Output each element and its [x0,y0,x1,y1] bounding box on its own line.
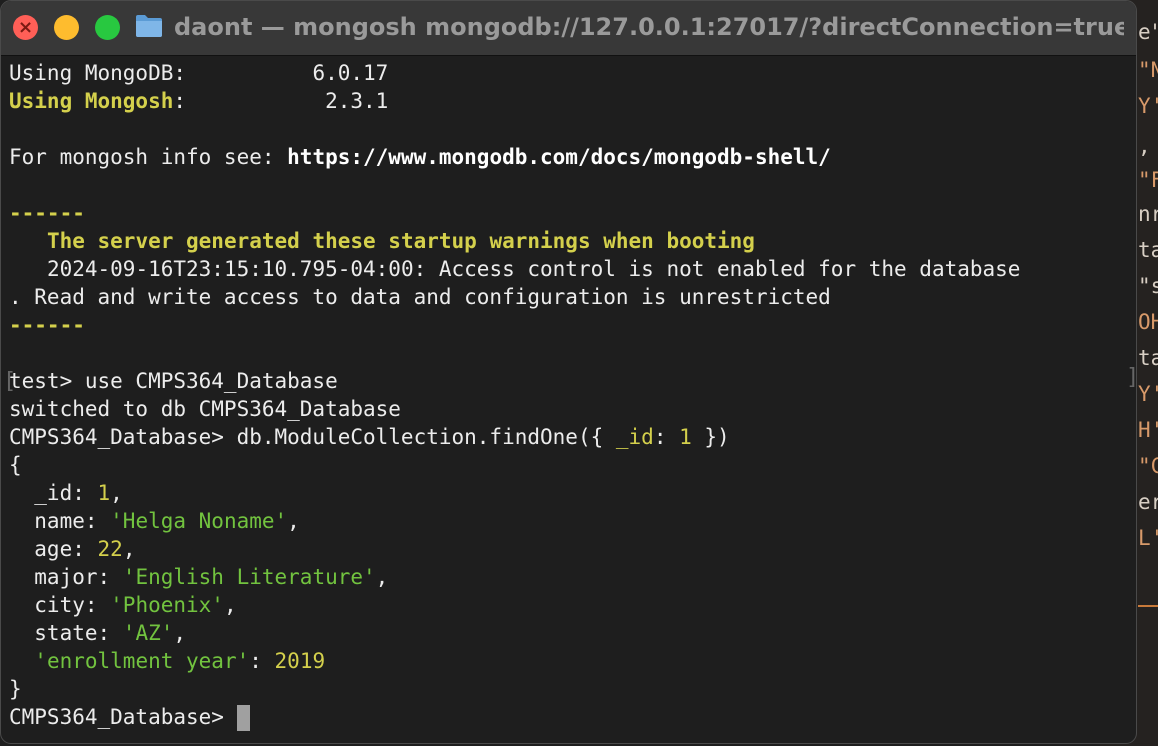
using-mongosh-colon: : [173,89,187,113]
info-line: For mongosh info see: https://www.mongod… [9,143,1134,171]
switched-db-line: switched to db CMPS364_Database [9,397,401,421]
close-button[interactable]: × [13,15,38,40]
background-text-line: OH [1138,310,1158,334]
doc-field-id: _id: 1, [9,481,123,505]
warning-text-1: 2024-09-16T23:15:10.795-04:00: Access co… [46,257,1021,281]
background-text-line: Y' [1138,94,1158,118]
doc-field-age: age: 22, [9,537,136,561]
window-title: daont — mongosh mongodb://127.0.0.1:2701… [174,13,1124,41]
doc-field-major: major: 'English Literature', [9,565,389,589]
command-find-value: 1 [679,425,692,449]
background-text-line: nr [1138,202,1158,226]
background-text-line: "s [1138,274,1158,298]
warning-separator-top: ------ [9,201,85,225]
final-prompt: CMPS364_Database> [9,705,237,729]
title-bar[interactable]: × daont — mongosh mongodb://127.0.0.1:27… [1,1,1136,56]
info-url[interactable]: https://www.mongodb.com/docs/mongodb-she… [287,145,831,169]
using-mongodb-line: Using MongoDB: 6.0.17 [9,59,1134,87]
final-prompt-line[interactable]: CMPS364_Database> [9,703,1134,731]
warning-heading: The server generated these startup warni… [46,229,755,253]
using-mongosh-line: Using Mongosh: 2.3.1 [9,87,1134,115]
doc-field-state: state: 'AZ', [9,621,187,645]
using-mongosh-spacer [186,89,325,113]
info-prefix: For mongosh info see: [9,145,288,169]
command-use-line: test> use CMPS364_Database [9,369,338,393]
background-text-line: "F [1138,168,1158,192]
background-window-rule [1138,605,1158,607]
command-find-key: _id [615,425,654,449]
maximize-button[interactable] [95,15,120,40]
doc-field-enrollment-year: 'enrollment year': 2019 [34,649,326,673]
command-find-prompt: CMPS364_Database> db.ModuleCollection.fi… [9,425,616,449]
using-mongodb-version: 6.0.17 [312,61,389,85]
using-mongodb-label: Using MongoDB: [9,61,187,85]
folder-icon [136,15,162,37]
warning-heading-line: The server generated these startup warni… [9,227,1134,255]
background-text-line: "N [1138,58,1158,82]
terminal-output[interactable]: Using MongoDB: 6.0.17 Using Mongosh: 2.3… [9,59,1134,731]
background-text-line: Y' [1138,382,1158,406]
background-text-line: , [1138,134,1151,158]
background-text-line: ta [1138,238,1158,262]
background-text-line: "C [1138,454,1158,478]
background-text-line: er [1138,490,1158,514]
document-open-brace: { [9,453,22,477]
warning-line-1: 2024-09-16T23:15:10.795-04:00: Access co… [9,255,1134,283]
minimize-button[interactable] [54,15,79,40]
using-mongosh-label: Using Mongosh [9,89,174,113]
doc-field-name: name: 'Helga Noname', [9,509,300,533]
command-find-colon: : [653,425,680,449]
using-mongodb-spacer [186,61,312,85]
warning-line-2: . Read and write access to data and conf… [9,285,831,309]
using-mongosh-version: 2.3.1 [325,89,389,113]
text-cursor [236,705,250,731]
background-text-line: e" [1138,20,1158,44]
document-close-brace: } [9,677,22,701]
command-find-end: }) [691,425,730,449]
background-text-line: ta [1138,346,1158,370]
terminal-window[interactable]: × daont — mongosh mongodb://127.0.0.1:27… [0,0,1137,744]
background-text-line: H' [1138,418,1158,442]
warning-separator-bottom: ------ [9,313,85,337]
doc-field-city: city: 'Phoenix', [9,593,237,617]
command-find-line: CMPS364_Database> db.ModuleCollection.fi… [9,423,1134,451]
background-text-line: L' [1138,526,1158,550]
close-icon: × [17,17,34,38]
